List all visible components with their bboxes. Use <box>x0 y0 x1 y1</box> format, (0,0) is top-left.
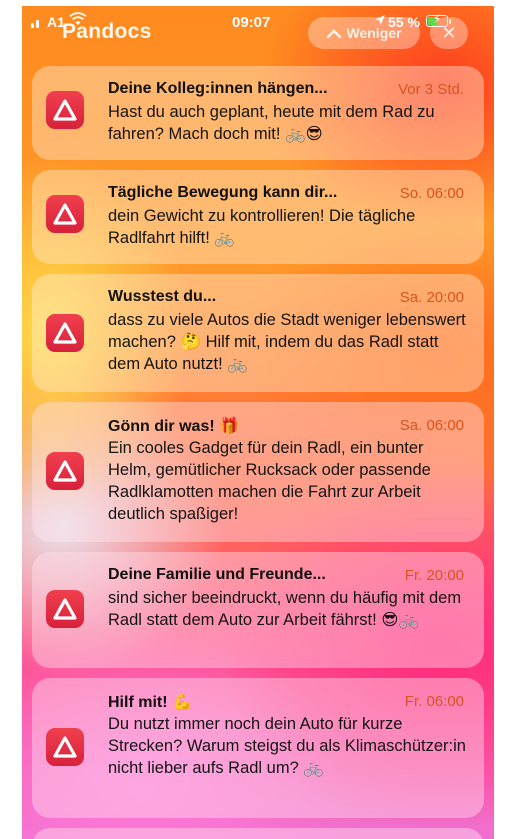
notification-title: Deine Familie und Freunde... <box>108 566 326 583</box>
app-logo-icon <box>46 452 84 490</box>
clock-time: 09:07 <box>232 14 271 31</box>
notification-timestamp: Fr. 06:00 <box>404 693 464 710</box>
location-arrow-icon <box>374 14 386 29</box>
notification-timestamp: Fr. 20:00 <box>404 567 464 584</box>
app-logo-icon <box>46 314 84 352</box>
app-logo-icon <box>46 728 84 766</box>
chevron-up-icon <box>326 25 341 41</box>
notification-body: Du nutzt immer noch dein Auto für kurze … <box>108 715 466 777</box>
phone-screen: A1 Pandocs 09:07 Weniger ✕ 55 % ⚡ Deine … <box>22 6 494 839</box>
notification-body: dass zu viele Autos die Stadt weniger le… <box>108 311 466 373</box>
notification-card[interactable]: Deine Familie und Freunde... Fr. 20:00 s… <box>32 552 484 668</box>
notification-title: Tägliche Bewegung kann dir... <box>108 184 338 201</box>
notification-timestamp: Sa. 06:00 <box>399 417 464 434</box>
battery-icon: ⚡ <box>426 12 448 27</box>
notification-body: Ein cooles Gadget für dein Radl, ein bun… <box>108 439 431 523</box>
notification-timestamp: Vor 3 Std. <box>398 81 464 98</box>
charging-icon: ⚡ <box>433 12 442 26</box>
notification-card[interactable]: Wusstest du... Sa. 20:00 dass zu viele A… <box>32 274 484 392</box>
notification-body: sind sicher beeindruckt, wenn du häufig … <box>108 589 462 629</box>
notification-card[interactable]: Deine Kolleg:innen hängen... Vor 3 Std. … <box>32 66 484 160</box>
notification-title: Gönn dir was! 🎁 <box>108 418 240 435</box>
notification-card-partial[interactable] <box>32 828 484 839</box>
notification-title: Wusstest du... <box>108 288 217 305</box>
notification-timestamp: So. 06:00 <box>399 185 464 202</box>
notification-body: dein Gewicht zu kontrollieren! Die tägli… <box>108 207 416 247</box>
app-logo-icon <box>46 91 84 129</box>
notification-card[interactable]: Tägliche Bewegung kann dir... So. 06:00 … <box>32 170 484 264</box>
notification-card[interactable]: Gönn dir was! 🎁 Sa. 06:00 Ein cooles Gad… <box>32 402 484 542</box>
battery-tip <box>449 19 451 24</box>
notification-body: Hast du auch geplant, heute mit dem Rad … <box>108 103 435 143</box>
notification-title: Deine Kolleg:innen hängen... <box>108 80 328 97</box>
notification-title: Hilf mit! 💪 <box>108 694 192 711</box>
battery-percent: 55 % <box>388 14 420 30</box>
signal-icon <box>31 20 39 28</box>
status-bar: A1 Pandocs 09:07 Weniger ✕ 55 % ⚡ <box>22 6 494 49</box>
app-logo-icon <box>46 590 84 628</box>
notification-card[interactable]: Hilf mit! 💪 Fr. 06:00 Du nutzt immer noc… <box>32 678 484 818</box>
wifi-icon <box>69 12 87 30</box>
notification-timestamp: Sa. 20:00 <box>399 289 464 306</box>
app-logo-icon <box>46 195 84 233</box>
